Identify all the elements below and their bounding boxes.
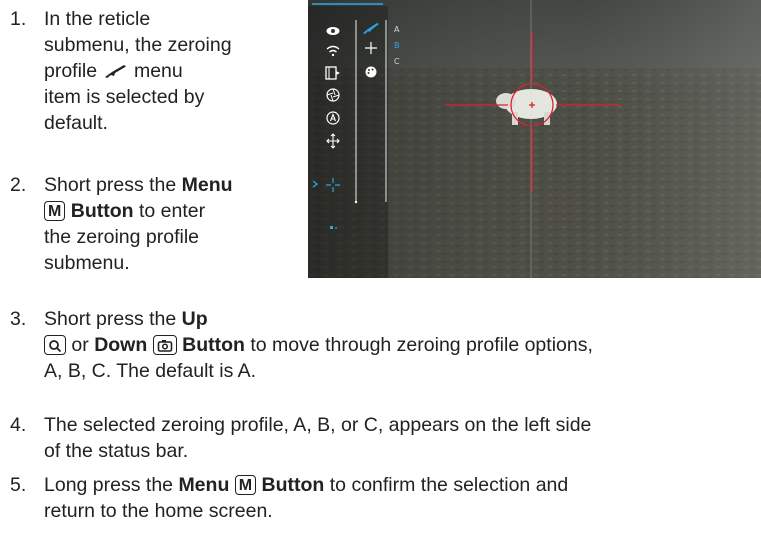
step-text-line: M Button to enter: [44, 198, 294, 224]
profile-label-c: C: [394, 57, 400, 66]
camera-key-icon: [152, 335, 177, 355]
rifle-icon: [104, 65, 126, 78]
step-text: In the reticle: [44, 8, 151, 30]
step-number: 4.: [10, 414, 27, 436]
step-text: item is selected by: [44, 86, 205, 108]
step-text-line: Long press the Menu M Button to confirm …: [44, 474, 569, 496]
step-text: return to the home screen.: [44, 500, 273, 522]
step-text: A, B, C. The default is A.: [44, 360, 257, 382]
step-text-line: or Down Button to move through zeroing p…: [44, 332, 760, 358]
palette-icon: [365, 66, 377, 78]
step-text-line: Short press the Menu: [44, 174, 233, 196]
profile-label-b: B: [394, 41, 400, 50]
menu-key-icon: M: [234, 475, 257, 495]
selection-arrow-icon: [312, 180, 318, 188]
step-number: 5.: [10, 474, 27, 496]
auto-icon: [326, 111, 340, 125]
device-screen: A B C: [308, 0, 761, 278]
step-text: submenu, the zeroing: [44, 34, 232, 56]
eye-icon: [326, 27, 340, 35]
step-text-line: Short press the Up: [44, 308, 208, 330]
step-text-line: profile menu: [44, 60, 183, 82]
aperture-icon: [326, 88, 340, 102]
rifle-icon: [363, 23, 379, 34]
step-number: 2.: [10, 174, 27, 196]
step-number: 1.: [10, 8, 27, 30]
reticle-icon: [326, 178, 340, 192]
step-text: of the status bar.: [44, 440, 189, 462]
step-text: submenu.: [44, 252, 130, 274]
crosshair-icon: [365, 42, 377, 54]
zoom-key-icon: [44, 335, 66, 355]
wifi-icon: [326, 45, 340, 57]
menu-key-icon: M: [44, 201, 66, 221]
step-text: default.: [44, 112, 108, 134]
step-text: The selected zeroing profile, A, B, or C…: [44, 414, 592, 436]
step-text: the zeroing profile: [44, 226, 200, 248]
step-number: 3.: [10, 308, 27, 330]
video-icon: [325, 66, 340, 80]
profile-label-a: A: [394, 25, 400, 34]
page-indicator-icon: [330, 226, 337, 229]
move-icon: [326, 133, 340, 149]
